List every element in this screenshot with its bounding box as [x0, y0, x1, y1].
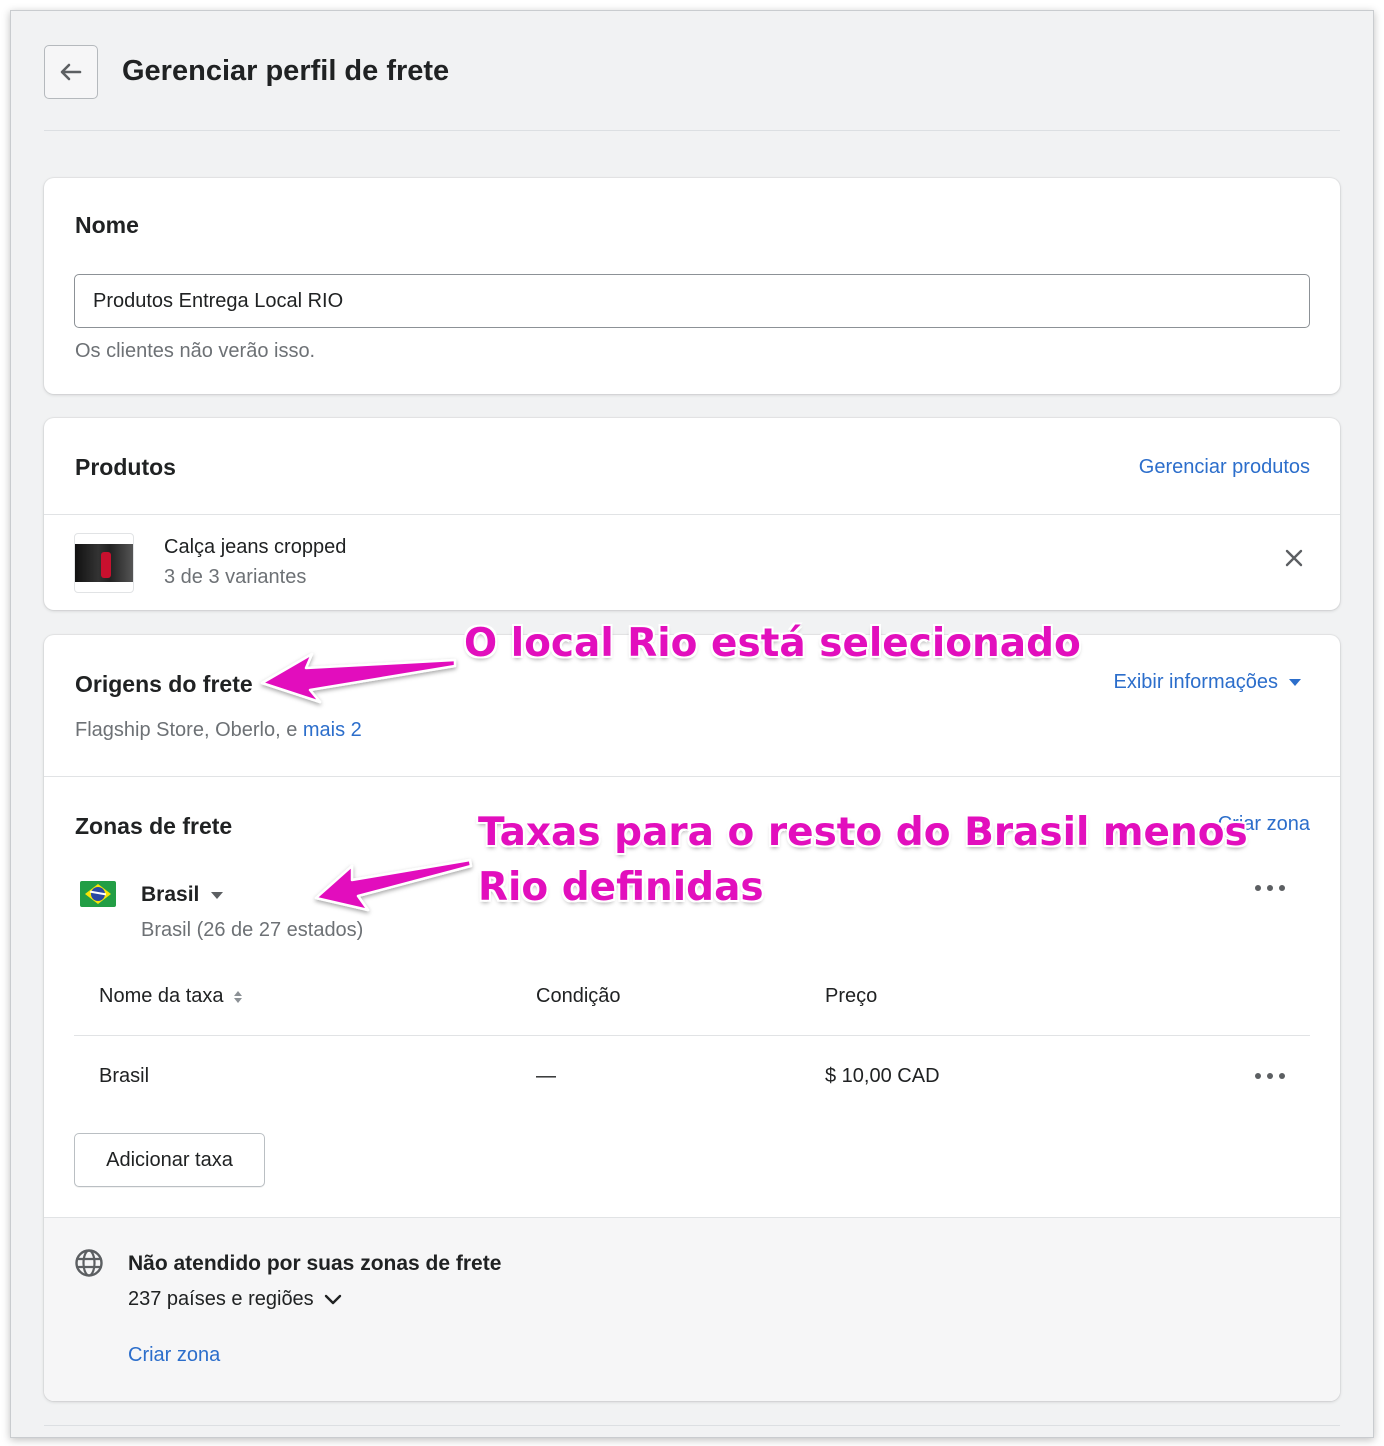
annotation-text: O local Rio está selecionado — [464, 621, 1081, 666]
rate-name-cell: Brasil — [99, 1065, 150, 1087]
annotation-text: Rio definidas — [478, 865, 764, 911]
zones-title: Zonas de frete — [75, 813, 233, 839]
annotation-text: Taxas para o resto do Brasil menos — [478, 810, 1248, 855]
origins-list-text: Flagship Store, Oberlo, e — [75, 719, 303, 741]
zone-more-actions-icon[interactable] — [1255, 883, 1285, 893]
annotation-origin-selected: O local Rio está selecionado — [464, 616, 1081, 671]
column-header-condition: Condição — [536, 985, 621, 1007]
not-covered-count-toggle[interactable]: 237 países e regiões — [128, 1288, 342, 1311]
name-help-text: Os clientes não verão isso. — [75, 340, 316, 362]
rate-condition-cell: — — [536, 1065, 556, 1087]
product-name: Calça jeans cropped — [164, 536, 347, 558]
divider — [74, 1035, 1310, 1036]
column-header-rate-name[interactable]: Nome da taxa — [99, 985, 242, 1008]
not-covered-title: Não atendido por suas zonas de frete — [128, 1252, 502, 1275]
not-covered-section: Não atendido por suas zonas de frete 237… — [44, 1217, 1340, 1401]
show-info-label: Exibir informações — [1113, 671, 1278, 693]
products-card: Produtos Gerenciar produtos Calça jeans … — [44, 418, 1340, 610]
origins-list: Flagship Store, Oberlo, e mais 2 — [75, 719, 362, 742]
add-rate-button[interactable]: Adicionar taxa — [74, 1133, 265, 1187]
back-button[interactable] — [44, 45, 98, 99]
divider — [44, 776, 1340, 777]
zone-description: Brasil (26 de 27 estados) — [141, 919, 364, 941]
sort-icon — [233, 990, 242, 1003]
shipping-zones-card: Origens do frete Exibir informações Flag… — [44, 635, 1340, 1401]
app-window: Gerenciar perfil de frete Nome Produtos … — [10, 10, 1374, 1438]
rate-more-actions-icon[interactable] — [1255, 1071, 1285, 1081]
remove-product-button[interactable] — [1282, 546, 1306, 570]
page-title: Gerenciar perfil de frete — [122, 55, 450, 87]
zone-name-dropdown[interactable]: Brasil — [141, 883, 224, 907]
profile-name-input[interactable]: Produtos Entrega Local RIO — [74, 274, 1310, 328]
caret-down-icon — [211, 891, 224, 899]
globe-icon — [75, 1249, 103, 1277]
not-covered-create-zone-link[interactable]: Criar zona — [128, 1344, 220, 1367]
name-label: Nome — [75, 212, 139, 238]
manage-products-link[interactable]: Gerenciar produtos — [1139, 456, 1310, 479]
annotation-rates-defined: Taxas para o resto do Brasil menos Rio d… — [478, 805, 1248, 916]
column-header-price: Preço — [825, 985, 878, 1007]
name-card: Nome Produtos Entrega Local RIO Os clien… — [44, 178, 1340, 394]
page-header: Gerenciar perfil de frete — [44, 45, 1340, 131]
brazil-flag-icon — [80, 881, 116, 907]
arrow-left-icon — [60, 63, 82, 81]
rate-price-cell: $ 10,00 CAD — [825, 1065, 940, 1087]
divider — [44, 1425, 1340, 1426]
product-variants: 3 de 3 variantes — [164, 566, 307, 588]
chevron-down-icon — [324, 1294, 341, 1304]
origins-more-link[interactable]: mais 2 — [303, 719, 362, 741]
products-title: Produtos — [75, 454, 176, 480]
product-photo — [75, 544, 133, 582]
rate-name-header: Nome da taxa — [99, 985, 224, 1007]
close-icon — [1285, 549, 1303, 567]
divider — [44, 514, 1340, 515]
show-info-button[interactable]: Exibir informações — [1113, 671, 1302, 694]
caret-down-icon — [1289, 678, 1301, 686]
origins-title: Origens do frete — [75, 671, 253, 697]
zone-name: Brasil — [141, 883, 200, 906]
product-thumbnail — [74, 533, 134, 593]
not-covered-count: 237 países e regiões — [128, 1288, 314, 1310]
